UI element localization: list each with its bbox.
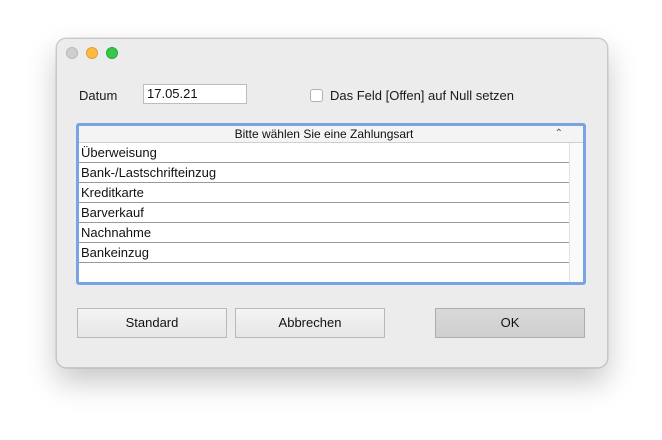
vertical-scrollbar[interactable] [569, 143, 583, 282]
close-window-button[interactable] [66, 47, 78, 59]
list-header-title: Bitte wählen Sie eine Zahlungsart [234, 127, 414, 141]
list-column-header[interactable]: Bitte wählen Sie eine Zahlungsart ⌃ [79, 126, 583, 143]
chevron-up-icon[interactable]: ⌃ [555, 128, 563, 140]
standard-button[interactable]: Standard [77, 308, 227, 338]
date-field[interactable]: 17.05.21 [143, 84, 247, 104]
zoom-window-button[interactable] [106, 47, 118, 59]
minimize-window-button[interactable] [86, 47, 98, 59]
reset-open-field-label[interactable]: Das Feld [Offen] auf Null setzen [330, 88, 514, 103]
title-bar [57, 39, 607, 67]
payment-method-list[interactable]: Bitte wählen Sie eine Zahlungsart ⌃ Über… [76, 123, 586, 285]
reset-open-field-option[interactable]: Das Feld [Offen] auf Null setzen [310, 87, 514, 103]
list-item[interactable]: Bankeinzug [79, 243, 569, 263]
payment-dialog-window: Datum 17.05.21 Das Feld [Offen] auf Null… [56, 38, 608, 368]
ok-button[interactable]: OK [435, 308, 585, 338]
cancel-button[interactable]: Abbrechen [235, 308, 385, 338]
date-label: Datum [79, 88, 118, 103]
list-body: Überweisung Bank-/Lastschrifteinzug Kred… [79, 143, 569, 263]
reset-open-field-checkbox[interactable] [310, 88, 323, 102]
list-item[interactable]: Überweisung [79, 143, 569, 163]
list-item[interactable]: Nachnahme [79, 223, 569, 243]
list-item[interactable]: Bank-/Lastschrifteinzug [79, 163, 569, 183]
list-item[interactable]: Kreditkarte [79, 183, 569, 203]
list-item[interactable]: Barverkauf [79, 203, 569, 223]
